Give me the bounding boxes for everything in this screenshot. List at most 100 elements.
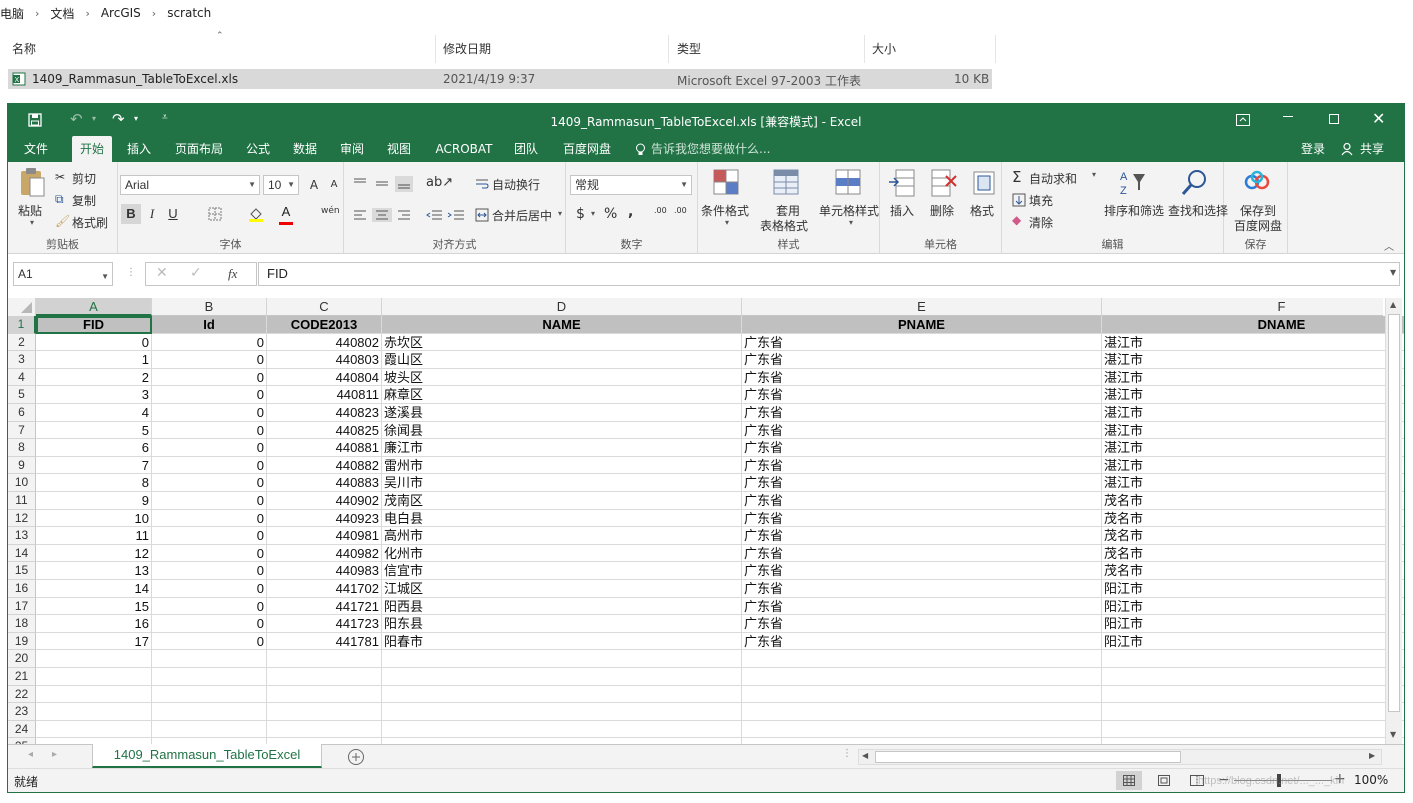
format-painter-button[interactable]: 格式刷 (72, 214, 108, 231)
currency-button[interactable]: $ (576, 206, 585, 222)
cell[interactable]: 0 (152, 456, 267, 475)
fill-button[interactable]: 填充 (1029, 192, 1053, 209)
row-header[interactable]: 14 (8, 544, 36, 563)
cell[interactable]: 湛江市 (1102, 386, 1404, 404)
cell[interactable]: 0 (152, 580, 267, 598)
row-header[interactable]: 11 (8, 492, 36, 510)
cell[interactable] (36, 668, 152, 686)
row-header[interactable]: 16 (8, 580, 36, 598)
cell[interactable]: CODE2013 (267, 316, 382, 334)
tab-home[interactable]: 开始 (72, 136, 112, 162)
cell[interactable]: 9 (36, 492, 152, 510)
chevron-down-icon[interactable]: ▾ (591, 209, 595, 218)
row-header[interactable]: 23 (8, 703, 36, 721)
cell[interactable] (267, 685, 382, 704)
row-header[interactable]: 13 (8, 527, 36, 545)
clear-button[interactable]: 清除 (1029, 214, 1053, 231)
cell[interactable]: 0 (152, 544, 267, 563)
cell[interactable]: 广东省 (742, 456, 1102, 475)
cell[interactable]: 0 (152, 439, 267, 457)
cell[interactable]: DNAME (1102, 316, 1404, 334)
prev-sheet-icon[interactable]: ◂ (28, 749, 33, 760)
cell[interactable]: 440881 (267, 439, 382, 457)
cell[interactable]: 坡头区 (382, 368, 742, 387)
cell[interactable]: 440981 (267, 527, 382, 545)
borders-icon[interactable] (208, 207, 222, 221)
cell[interactable]: 茂名市 (1102, 510, 1404, 528)
collapse-ribbon-icon[interactable]: ︿ (1384, 238, 1394, 253)
save-to-netdisk-button[interactable]: 百度网盘 (1234, 217, 1282, 234)
cell[interactable]: 广东省 (742, 562, 1102, 580)
select-all-corner[interactable] (8, 298, 36, 316)
cell[interactable] (1102, 650, 1404, 668)
cell[interactable]: 湛江市 (1102, 439, 1404, 457)
row-header[interactable]: 6 (8, 404, 36, 422)
name-box[interactable]: A1 ▼ (13, 262, 113, 286)
cell[interactable] (742, 668, 1102, 686)
cell[interactable]: 10 (36, 509, 152, 528)
tab-baidu-netdisk[interactable]: 百度网盘 (556, 136, 618, 162)
cell[interactable]: 遂溪县 (382, 404, 742, 422)
underline-button[interactable]: U (163, 204, 183, 224)
cell[interactable]: 化州市 (382, 544, 742, 563)
cell[interactable]: 广东省 (742, 509, 1102, 528)
cell[interactable]: 440923 (267, 509, 382, 528)
column-header-c[interactable]: C (267, 298, 382, 316)
column-header-type[interactable]: 类型 (665, 35, 865, 63)
cell[interactable]: 广东省 (742, 597, 1102, 616)
tab-formulas[interactable]: 公式 (240, 136, 276, 162)
cell[interactable] (152, 720, 267, 739)
cell[interactable]: 13 (36, 562, 152, 580)
cell[interactable]: 0 (152, 492, 267, 510)
tab-file[interactable]: 文件 (16, 136, 56, 162)
comma-button[interactable]: , (628, 204, 633, 220)
hscroll-thumb[interactable] (875, 751, 1181, 763)
row-header[interactable]: 2 (8, 333, 36, 352)
tab-team[interactable]: 团队 (508, 136, 544, 162)
cell[interactable] (382, 668, 742, 686)
cell[interactable]: 湛江市 (1102, 404, 1404, 422)
cell[interactable] (1102, 668, 1404, 686)
font-size-select[interactable]: 10 ▼ (263, 175, 299, 195)
cell[interactable]: 阳江市 (1102, 598, 1404, 616)
column-header-a[interactable]: A (36, 298, 152, 316)
cell[interactable]: 11 (36, 527, 152, 545)
cell[interactable] (742, 685, 1102, 704)
delete-button[interactable]: 删除 (930, 202, 954, 219)
cell[interactable] (152, 650, 267, 668)
row-header[interactable]: 18 (8, 615, 36, 633)
tab-data[interactable]: 数据 (287, 136, 323, 162)
cell[interactable] (742, 703, 1102, 721)
cell[interactable]: 8 (36, 474, 152, 492)
cell[interactable]: 441781 (267, 632, 382, 651)
vertical-scrollbar[interactable]: ▲ ▼ (1385, 298, 1402, 744)
autosum-button[interactable]: 自动求和 (1029, 170, 1077, 187)
cell[interactable]: 440803 (267, 351, 382, 369)
cell[interactable]: 广东省 (742, 368, 1102, 387)
font-name-select[interactable]: Arial ▼ (120, 175, 260, 195)
maximize-icon[interactable] (1329, 114, 1339, 124)
cell[interactable]: 3 (36, 386, 152, 404)
cell[interactable]: 440982 (267, 544, 382, 563)
cell[interactable]: 广东省 (742, 404, 1102, 422)
cell[interactable] (382, 685, 742, 704)
row-header[interactable]: 10 (8, 474, 36, 492)
cell[interactable]: 0 (152, 333, 267, 352)
column-header-e[interactable]: E (742, 298, 1102, 316)
cell[interactable]: 广东省 (742, 421, 1102, 440)
cell-styles-button[interactable]: 单元格样式 (819, 202, 879, 219)
cell[interactable]: 5 (36, 421, 152, 440)
format-button[interactable]: 格式 (970, 202, 994, 219)
cut-button[interactable]: 剪切 (72, 170, 96, 187)
row-header[interactable]: 5 (8, 386, 36, 404)
wrap-text-button[interactable]: 自动换行 (492, 176, 540, 193)
row-header[interactable]: 12 (8, 509, 36, 528)
cell[interactable]: 440902 (267, 492, 382, 510)
cell[interactable]: 湛江市 (1102, 474, 1404, 492)
horizontal-align-icons[interactable] (352, 208, 414, 222)
cell[interactable]: 茂名市 (1102, 545, 1404, 563)
cell[interactable]: 赤坎区 (382, 333, 742, 352)
chevron-down-icon[interactable]: ▾ (30, 218, 34, 227)
cell[interactable] (36, 720, 152, 739)
scroll-thumb[interactable] (1388, 314, 1400, 712)
